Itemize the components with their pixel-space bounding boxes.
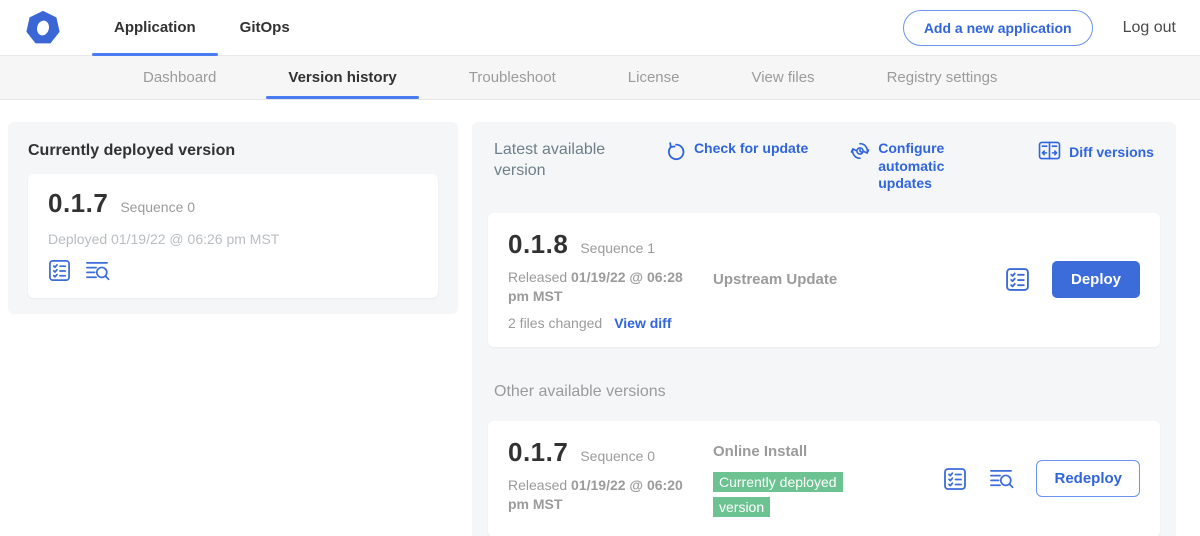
files-changed-count: 2 files changed bbox=[508, 315, 602, 331]
topnav-tab-gitops[interactable]: GitOps bbox=[218, 0, 312, 55]
currently-deployed-badge: Currently deployed version bbox=[713, 472, 843, 518]
check-for-update-label: Check for update bbox=[694, 140, 808, 158]
tab-label: View files bbox=[751, 69, 814, 86]
version-row: 0.1.8 Sequence 1 bbox=[508, 229, 713, 260]
currently-deployed-panel: Currently deployed version 0.1.7 Sequenc… bbox=[8, 122, 458, 314]
top-nav: Application GitOps Add a new application… bbox=[0, 0, 1200, 56]
app-sub-nav: Dashboard Version history Troubleshoot L… bbox=[0, 56, 1200, 100]
diff-icon bbox=[1038, 140, 1061, 165]
version-actions: Deploy bbox=[1005, 229, 1140, 331]
badge-wrap: Currently deployed version bbox=[713, 470, 865, 521]
configure-automatic-updates-label: Configure automatic updates bbox=[878, 140, 996, 193]
released-prefix: Released bbox=[508, 477, 571, 493]
other-version-number: 0.1.7 bbox=[508, 437, 568, 468]
main-content: Currently deployed version 0.1.7 Sequenc… bbox=[0, 100, 1200, 536]
refresh-icon bbox=[666, 140, 686, 166]
other-sequence-label: Sequence 0 bbox=[580, 448, 655, 464]
deploy-logs-icon[interactable] bbox=[989, 467, 1014, 490]
tab-label: License bbox=[628, 69, 680, 86]
deployed-sequence-label: Sequence 0 bbox=[120, 199, 195, 215]
currently-deployed-title: Currently deployed version bbox=[28, 142, 438, 160]
topnav-tab-label: Application bbox=[114, 19, 196, 36]
other-released-timestamp: Released 01/19/22 @ 06:20 pm MST bbox=[508, 476, 693, 515]
active-tab-underline bbox=[266, 96, 418, 99]
latest-version-number: 0.1.8 bbox=[508, 229, 568, 260]
available-versions-panel: Latest available version Check for updat… bbox=[472, 122, 1176, 536]
diff-versions-label: Diff versions bbox=[1069, 144, 1154, 162]
preflight-checks-icon[interactable] bbox=[1005, 267, 1030, 292]
version-actions: Redeploy bbox=[943, 437, 1140, 521]
tab-label: Troubleshoot bbox=[469, 69, 556, 86]
latest-released-timestamp: Released 01/19/22 @ 06:28 pm MST bbox=[508, 268, 693, 307]
version-row: 0.1.7 Sequence 0 bbox=[508, 437, 713, 468]
latest-available-title: Latest available version bbox=[494, 140, 624, 182]
redeploy-button[interactable]: Redeploy bbox=[1036, 460, 1140, 497]
upstream-update-label: Upstream Update bbox=[713, 271, 837, 288]
tab-dashboard[interactable]: Dashboard bbox=[107, 56, 252, 99]
latest-sequence-label: Sequence 1 bbox=[580, 240, 655, 256]
preflight-checks-icon[interactable] bbox=[48, 259, 71, 282]
app-logo-icon bbox=[24, 9, 62, 47]
add-new-application-button[interactable]: Add a new application bbox=[903, 10, 1093, 46]
configure-automatic-updates-link[interactable]: Configure automatic updates bbox=[850, 140, 996, 193]
other-versions-heading: Other available versions bbox=[494, 383, 1160, 401]
tab-view-files[interactable]: View files bbox=[715, 56, 850, 99]
deployed-actions bbox=[48, 259, 418, 282]
tab-label: Registry settings bbox=[887, 69, 998, 86]
deploy-button[interactable]: Deploy bbox=[1052, 261, 1140, 298]
tab-license[interactable]: License bbox=[592, 56, 716, 99]
version-row: 0.1.7 Sequence 0 bbox=[48, 188, 418, 219]
version-info: 0.1.7 Sequence 0 Released 01/19/22 @ 06:… bbox=[508, 437, 713, 521]
logout-link[interactable]: Log out bbox=[1123, 19, 1176, 37]
tab-troubleshoot[interactable]: Troubleshoot bbox=[433, 56, 592, 99]
preflight-checks-icon[interactable] bbox=[943, 467, 967, 491]
latest-version-card: 0.1.8 Sequence 1 Released 01/19/22 @ 06:… bbox=[488, 213, 1160, 347]
released-prefix: Released bbox=[508, 269, 571, 285]
view-diff-link[interactable]: View diff bbox=[614, 315, 671, 331]
tab-registry-settings[interactable]: Registry settings bbox=[851, 56, 1034, 99]
diff-versions-link[interactable]: Diff versions bbox=[1038, 140, 1154, 165]
available-versions-header: Latest available version Check for updat… bbox=[488, 138, 1160, 193]
online-install-label: Online Install bbox=[713, 443, 943, 460]
files-changed-row: 2 files changed View diff bbox=[508, 315, 713, 331]
topnav-tab-label: GitOps bbox=[240, 19, 290, 36]
deployed-version-number: 0.1.7 bbox=[48, 188, 108, 219]
schedule-update-icon bbox=[850, 140, 870, 166]
version-info: 0.1.8 Sequence 1 Released 01/19/22 @ 06:… bbox=[508, 229, 713, 331]
deployed-version-card: 0.1.7 Sequence 0 Deployed 01/19/22 @ 06:… bbox=[28, 174, 438, 298]
deploy-logs-icon[interactable] bbox=[85, 259, 110, 282]
other-version-card: 0.1.7 Sequence 0 Released 01/19/22 @ 06:… bbox=[488, 421, 1160, 536]
version-source: Upstream Update bbox=[713, 229, 1005, 331]
tab-label: Dashboard bbox=[143, 69, 216, 86]
check-for-update-link[interactable]: Check for update bbox=[666, 140, 808, 166]
version-source: Online Install Currently deployed versio… bbox=[713, 437, 943, 521]
deployed-timestamp: Deployed 01/19/22 @ 06:26 pm MST bbox=[48, 231, 418, 247]
tab-version-history[interactable]: Version history bbox=[252, 56, 432, 99]
tab-label: Version history bbox=[288, 69, 396, 86]
topnav-tab-application[interactable]: Application bbox=[92, 0, 218, 55]
